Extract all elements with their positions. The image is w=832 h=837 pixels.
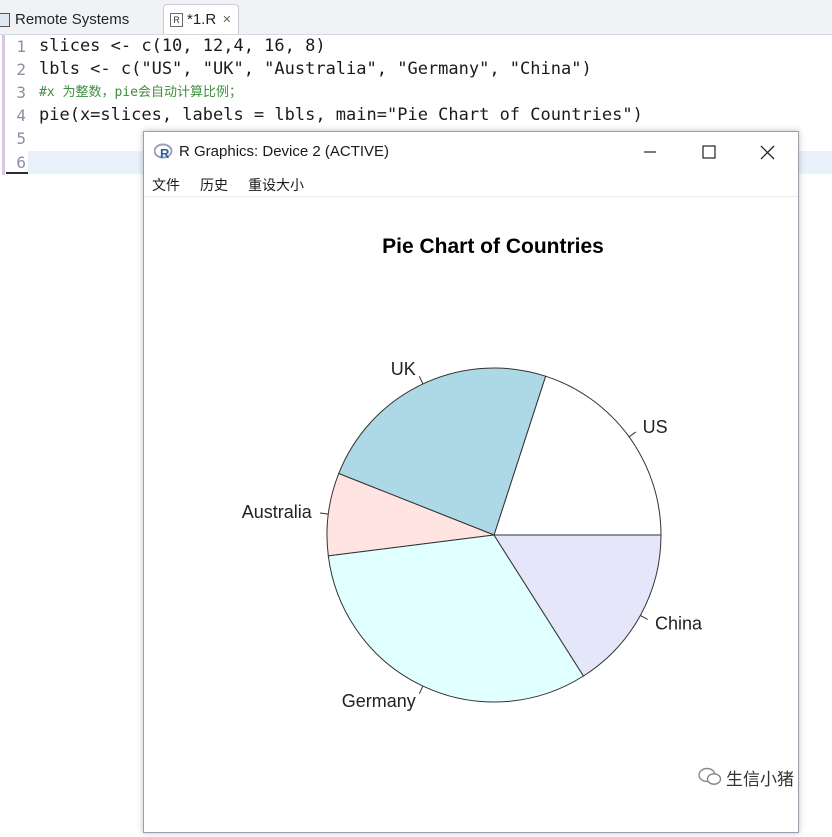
watermark-text: 生信小猪	[726, 769, 794, 790]
pie-label-australia: Australia	[242, 502, 313, 522]
pie-label-china: China	[655, 613, 703, 633]
line-number: 3	[16, 83, 26, 102]
tab-label: Remote Systems	[15, 10, 130, 28]
pie-label-tick	[319, 512, 329, 515]
remote-systems-icon	[0, 11, 12, 27]
tab-label: *1.R	[187, 11, 217, 28]
watermark: 生信小猪	[698, 764, 794, 790]
pie-chart: Pie Chart of Countries US UK Australia Germ…	[242, 235, 703, 711]
minimize-icon[interactable]	[630, 138, 670, 166]
line-number: 5	[16, 129, 26, 148]
tab-remote-systems[interactable]: Remote Systems	[0, 4, 129, 34]
line-number: 6	[16, 153, 26, 172]
svg-text:R: R	[160, 146, 170, 161]
line-number-gutter: 1 2 3 4 5 6	[0, 35, 28, 175]
r-graphics-window[interactable]: R R Graphics: Device 2 (ACTIVE) 文件 历史 重设…	[143, 131, 799, 833]
menu-history[interactable]: 历史	[200, 175, 228, 195]
chart-title: Pie Chart of Countries	[382, 235, 604, 258]
line-number: 4	[16, 106, 26, 125]
window-title: R Graphics: Device 2 (ACTIVE)	[179, 143, 390, 160]
window-menu-bar: 文件 历史 重设大小	[144, 172, 798, 197]
r-logo-icon: R	[154, 143, 173, 161]
code-line-1[interactable]: slices <- c(10, 12,4, 16, 8)	[39, 35, 326, 58]
pie-label-tick	[628, 431, 637, 438]
line-number: 1	[16, 37, 26, 56]
wechat-icon	[698, 767, 722, 785]
pie-label-uk: UK	[391, 359, 416, 379]
menu-file[interactable]: 文件	[152, 175, 180, 195]
menu-resize[interactable]: 重设大小	[248, 175, 304, 195]
window-title-bar[interactable]: R R Graphics: Device 2 (ACTIVE)	[144, 132, 798, 172]
code-line-3[interactable]: #x 为整数，pie会自动计算比例；	[39, 81, 242, 104]
pie-label-us: US	[643, 417, 668, 437]
close-icon[interactable]	[748, 138, 788, 166]
r-file-icon: R	[170, 12, 183, 27]
pie-label-tick	[640, 615, 648, 620]
close-tab-icon[interactable]: ✕	[222, 13, 231, 26]
tab-1-r[interactable]: R *1.R ✕	[163, 4, 239, 34]
pie-label-tick	[418, 685, 424, 694]
code-line-4[interactable]: pie(x=slices, labels = lbls, main="Pie C…	[39, 104, 643, 127]
pie-label-tick	[418, 376, 424, 385]
line-number: 2	[16, 60, 26, 79]
current-line-indicator	[6, 172, 28, 174]
code-line-2[interactable]: lbls <- c("US", "UK", "Australia", "Germ…	[39, 58, 592, 81]
editor-tab-bar: Remote Systems R *1.R ✕	[0, 0, 832, 35]
maximize-icon[interactable]	[689, 138, 729, 166]
gutter-marker-bar	[2, 35, 5, 175]
plot-area: Pie Chart of Countries US UK Australia Germ…	[144, 197, 798, 837]
pie-label-germany: Germany	[342, 691, 416, 711]
